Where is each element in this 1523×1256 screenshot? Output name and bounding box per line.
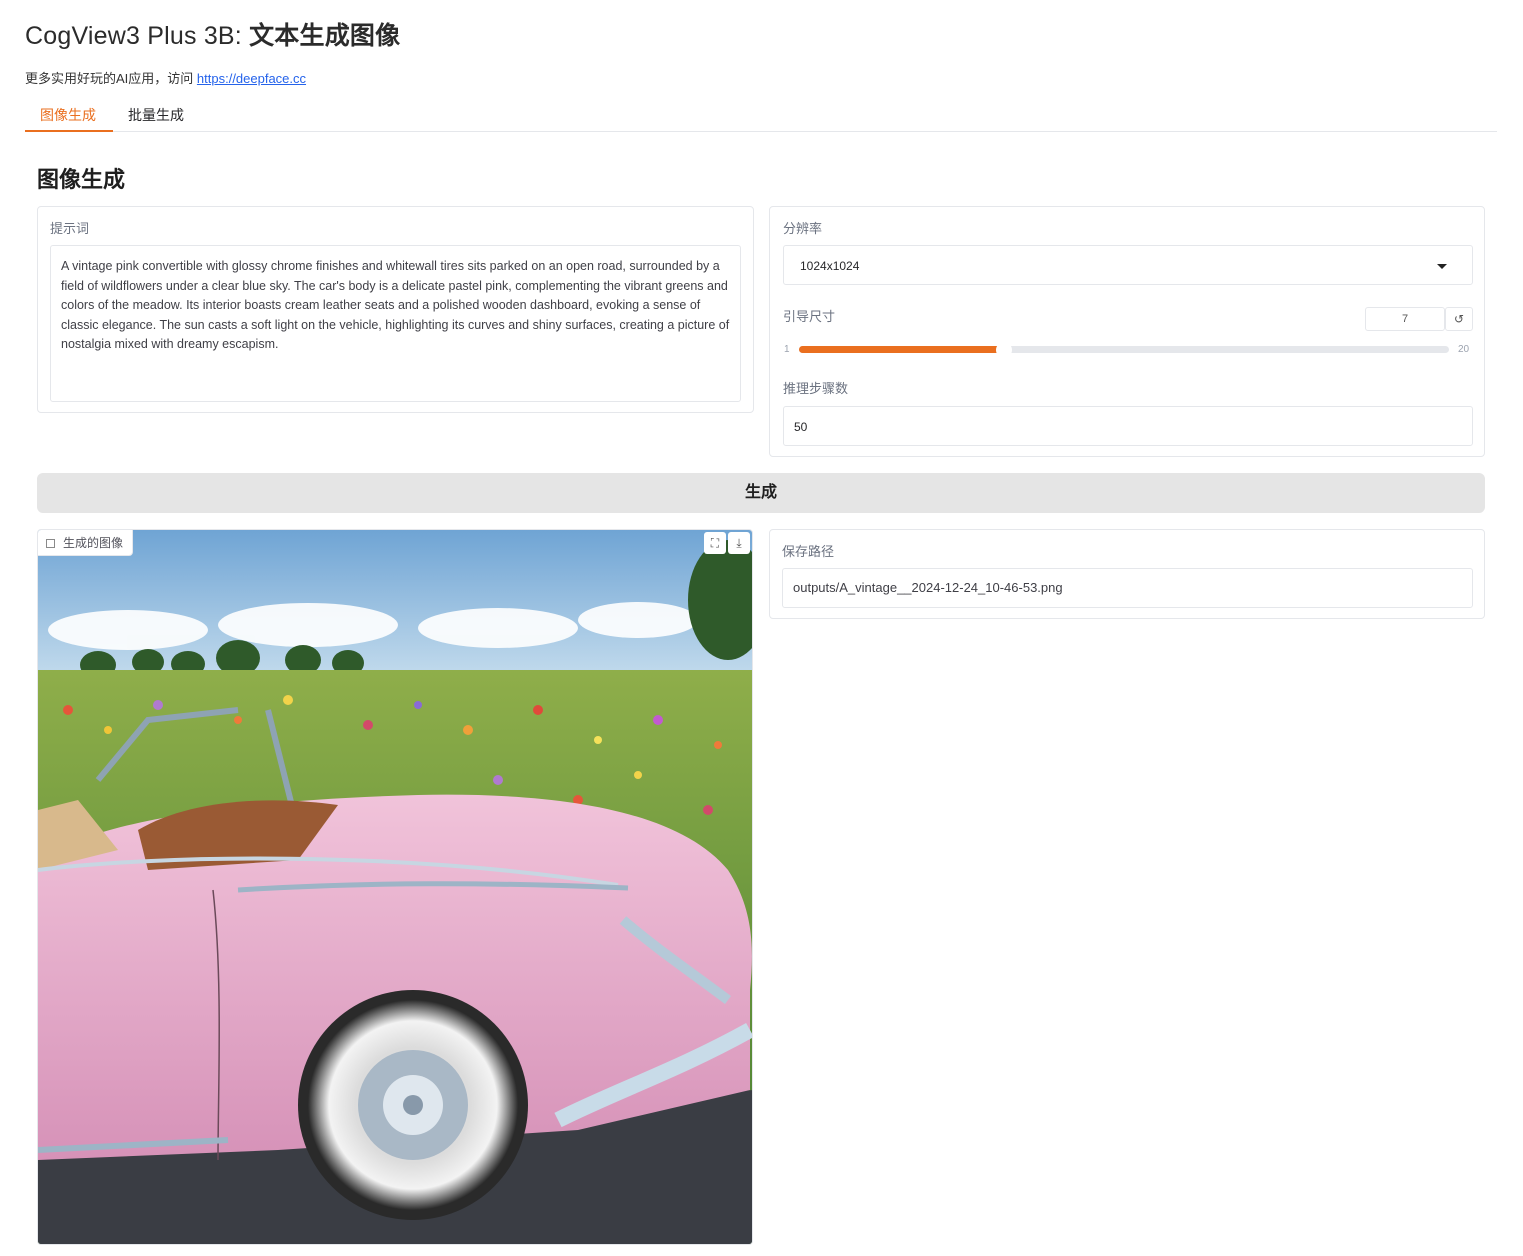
tab-image-generation[interactable]: 图像生成 xyxy=(25,98,113,132)
section-title: 图像生成 xyxy=(37,167,126,192)
subtitle-text: 更多实用好玩的AI应用，访问 xyxy=(25,71,197,86)
guidance-min-label: 1 xyxy=(784,344,790,355)
save-path-label: 保存路径 xyxy=(782,544,835,559)
deepface-link[interactable]: https://deepface.cc xyxy=(197,71,306,86)
prompt-label: 提示词 xyxy=(50,221,90,236)
resolution-dropdown[interactable]: 1024x1024 xyxy=(783,245,1473,285)
app-title: CogView3 Plus 3B: 文本生成图像 xyxy=(25,16,400,52)
generate-button[interactable]: 生成 xyxy=(37,473,1485,513)
prompt-panel: 提示词 A vintage pink convertible with glos… xyxy=(37,206,754,413)
output-image-label-text: 生成的图像 xyxy=(63,536,124,550)
app-title-cjk: 文本生成图像 xyxy=(241,22,401,50)
save-path-field[interactable]: outputs/A_vintage__2024-12-24_10-46-53.p… xyxy=(782,568,1473,608)
resolution-label: 分辨率 xyxy=(783,221,823,236)
guidance-label: 引导尺寸 xyxy=(783,309,836,324)
steps-label: 推理步骤数 xyxy=(783,381,849,396)
tab-batch-generation[interactable]: 批量生成 xyxy=(113,98,201,132)
image-toolbar: ⛶ ⤓ xyxy=(704,532,750,554)
guidance-slider[interactable] xyxy=(799,342,1449,358)
resolution-value: 1024x1024 xyxy=(800,259,860,273)
guidance-number-input[interactable]: 7 xyxy=(1365,307,1445,331)
subtitle: 更多实用好玩的AI应用，访问 https://deepface.cc xyxy=(25,68,306,87)
guidance-slider-fill xyxy=(799,346,1004,353)
generated-image xyxy=(38,530,752,1244)
prompt-textarea[interactable]: A vintage pink convertible with glossy c… xyxy=(50,245,741,402)
guidance-max-label: 20 xyxy=(1458,344,1470,355)
reset-icon[interactable]: ↺ xyxy=(1445,307,1473,331)
save-path-panel: 保存路径 outputs/A_vintage__2024-12-24_10-46… xyxy=(769,529,1485,619)
download-icon[interactable]: ⤓ xyxy=(728,532,750,554)
tab-bar: 图像生成 批量生成 xyxy=(25,98,1497,132)
output-image-panel: 生成的图像 ⛶ ⤓ xyxy=(37,529,753,1245)
app-title-latin: CogView3 Plus 3B: xyxy=(25,22,242,50)
guidance-slider-thumb[interactable] xyxy=(996,342,1012,358)
chevron-down-icon xyxy=(1437,264,1447,269)
image-icon xyxy=(46,539,55,548)
settings-panel: 分辨率 1024x1024 引导尺寸 7 ↺ 1 20 推理步骤数 50 xyxy=(769,206,1485,457)
steps-input[interactable]: 50 xyxy=(783,406,1473,446)
fullscreen-icon[interactable]: ⛶ xyxy=(704,532,726,554)
output-image-label: 生成的图像 xyxy=(38,530,134,556)
